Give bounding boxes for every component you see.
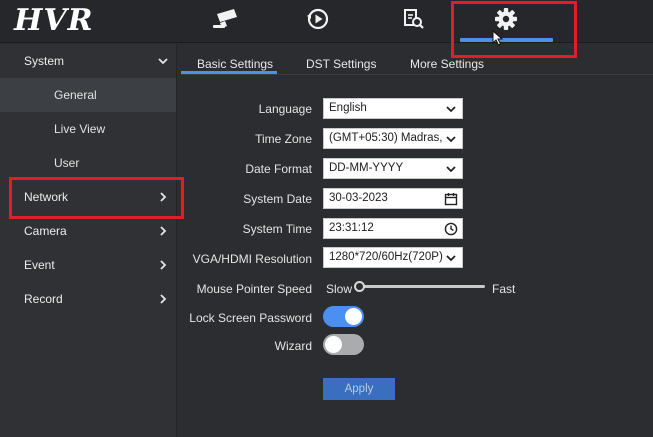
sidebar-item-label: System [24,54,65,68]
chevron-right-icon [160,260,167,270]
settings-nav-button[interactable] [490,6,522,32]
sidebar-item-label: General [54,88,97,102]
date-format-value: DD-MM-YYYY [329,162,404,174]
tab-dst-settings[interactable]: DST Settings [306,57,376,81]
playback-nav-button[interactable] [302,6,334,32]
sidebar-item-record[interactable]: Record [0,282,176,316]
date-format-select[interactable]: DD-MM-YYYY [323,158,463,179]
language-select[interactable]: English [323,98,463,119]
time-zone-select[interactable]: (GMT+05:30) Madras, B [323,128,463,149]
file-search-nav-button[interactable] [397,6,429,32]
apply-button[interactable]: Apply [323,378,395,400]
sidebar-item-label: User [54,156,80,170]
language-label: Language [258,102,312,116]
slider-fast-label: Fast [492,282,516,296]
chevron-right-icon [160,294,167,304]
sidebar-item-event[interactable]: Event [0,248,176,282]
mouse-cursor-icon [492,30,504,46]
toggle-knob [325,336,342,353]
system-time-label: System Time [242,222,312,236]
chevron-down-icon [446,106,456,113]
sidebar-item-live-view[interactable]: Live View [0,112,176,146]
sidebar: System General Live View User Network Ca… [0,44,177,437]
system-time-value: 23:31:12 [329,222,374,234]
lock-screen-label: Lock Screen Password [189,311,312,325]
tab-basic-settings[interactable]: Basic Settings [197,57,273,81]
chevron-down-icon [446,166,456,173]
system-date-label: System Date [243,192,312,206]
wizard-toggle[interactable] [323,334,364,355]
sidebar-item-user[interactable]: User [0,146,176,180]
camera-icon [213,9,237,28]
sidebar-item-system[interactable]: System [0,44,176,78]
chevron-right-icon [160,192,167,202]
tab-more-settings[interactable]: More Settings [410,57,484,81]
system-date-input[interactable]: 30-03-2023 [323,188,463,209]
wizard-label: Wizard [274,339,312,353]
search-file-icon [404,9,424,29]
tabs-divider [181,74,653,75]
app-logo: HVR [14,3,94,38]
chevron-down-icon [446,255,456,262]
sidebar-item-label: Event [24,258,55,272]
live-view-nav-button[interactable] [210,6,242,32]
mouse-speed-label: Mouse Pointer Speed [196,282,312,296]
slider-slow-label: Slow [326,282,353,296]
resolution-select[interactable]: 1280*720/60Hz(720P) [323,247,463,268]
chevron-down-icon [444,132,458,146]
language-value: English [329,102,367,114]
mouse-speed-slider-handle[interactable] [354,281,365,292]
sidebar-item-label: Live View [54,122,106,136]
sidebar-item-label: Network [24,190,69,204]
date-format-label: Date Format [245,162,312,176]
time-zone-label: Time Zone [255,132,312,146]
sidebar-item-label: Record [24,292,63,306]
time-zone-value: (GMT+05:30) Madras, B [329,132,454,144]
mouse-speed-slider-track[interactable] [357,285,485,288]
top-navigation-bar: HVR [0,0,653,43]
sidebar-item-label: Camera [24,224,67,238]
active-nav-indicator [460,38,553,42]
chevron-down-icon [158,58,168,65]
playback-icon [307,8,329,30]
resolution-label: VGA/HDMI Resolution [192,252,312,266]
resolution-value: 1280*720/60Hz(720P) [329,251,443,263]
gear-icon [495,8,517,30]
toggle-knob [345,308,362,325]
system-time-input[interactable]: 23:31:12 [323,218,463,239]
sidebar-item-general[interactable]: General [0,78,176,112]
calendar-icon[interactable] [444,192,458,206]
lock-screen-toggle[interactable] [323,306,364,327]
chevron-right-icon [160,226,167,236]
sidebar-item-camera[interactable]: Camera [0,214,176,248]
sidebar-item-network[interactable]: Network [0,180,176,214]
system-date-value: 30-03-2023 [329,192,388,204]
clock-icon[interactable] [444,222,458,236]
